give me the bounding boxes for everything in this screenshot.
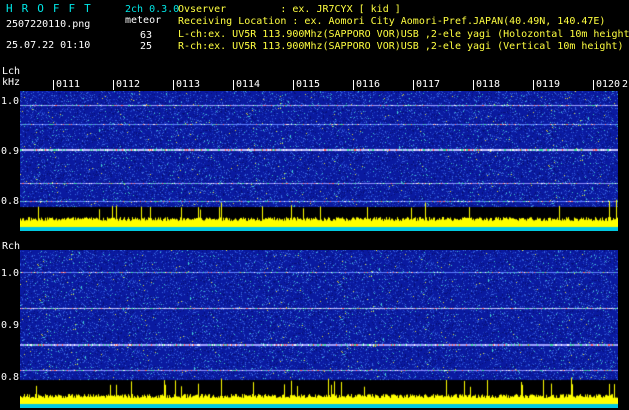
rch-info-line: R-ch:ex. UV5R 113.900Mhz(SAPPORO VOR)USB…: [178, 41, 624, 52]
time-tick-label: 0119: [536, 79, 561, 90]
time-tick-label: 0114: [236, 79, 261, 90]
count-rch: 25: [140, 41, 153, 52]
time-tick-label: 0120: [596, 79, 621, 90]
time-tick-label: 0116: [356, 79, 381, 90]
time-tick-mark: [473, 80, 474, 90]
location-line: Receiving Location : ex. Aomori City Aom…: [178, 16, 606, 27]
time-tick-label: 0113: [176, 79, 201, 90]
type-label: meteor: [125, 15, 162, 26]
time-tick-label: 0112: [116, 79, 141, 90]
time-tick-label: 0115: [296, 79, 321, 90]
rch-freq-tick: 0.9: [1, 320, 20, 331]
time-tick-mark: [173, 80, 174, 90]
rch-spectrogram: [20, 250, 618, 408]
time-tick-mark: [413, 80, 414, 90]
time-tick-mark: [113, 80, 114, 90]
lch-freq-tick: 0.9: [1, 146, 20, 157]
observer-line: Ovserver : ex. JR7CYX [ kid ]: [178, 4, 401, 15]
time-tick-mark: [353, 80, 354, 90]
app-title: HROFFT: [6, 2, 100, 15]
time-tick-mark: [593, 80, 594, 90]
datetime-label: 25.07.22 01:10: [6, 40, 91, 51]
rch-label: Rch: [2, 241, 21, 252]
count-lch: 63: [140, 30, 153, 41]
filename-label: 2507220110.png: [6, 19, 91, 30]
lch-spectrogram: [20, 91, 618, 231]
time-tick-label: 0111: [56, 79, 81, 90]
time-tick-mark: [53, 80, 54, 90]
lch-info-line: L-ch:ex. UV5R 113.900Mhz(SAPPORO VOR)USB…: [178, 29, 629, 40]
time-tick-label: 0118: [476, 79, 501, 90]
lch-freq-tick: 1.0: [1, 96, 20, 107]
time-tick-label: 0117: [416, 79, 441, 90]
time-tick-mark: [233, 80, 234, 90]
time-tick-mark: [533, 80, 534, 90]
mode-label: 2ch 0.3.0: [125, 4, 180, 15]
time-axis: 0111 0112 0113 0114 0115 0116 0117 0118 0119 0120…: [0, 79, 629, 91]
rch-freq-tick: 1.0: [1, 268, 20, 279]
time-tick-label: 2: [622, 79, 629, 90]
rch-freq-tick: 0.8: [1, 372, 20, 383]
time-tick-mark: [293, 80, 294, 90]
lch-label: Lch: [2, 66, 21, 77]
lch-freq-tick: 0.8: [1, 196, 20, 207]
